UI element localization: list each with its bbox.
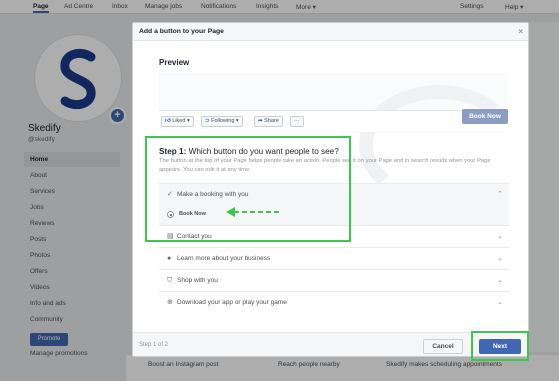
following-label: Following ▾ xyxy=(211,118,239,124)
close-icon[interactable]: × xyxy=(518,27,523,36)
share-label: Share xyxy=(264,118,279,124)
rss-icon: ⊃ xyxy=(205,118,210,124)
share-icon: ➦ xyxy=(258,118,263,124)
step-counter: Step 1 of 2 xyxy=(139,342,169,348)
download-icon: ⊕ xyxy=(167,299,173,306)
option-shop-with-you[interactable]: ⛉ Shop with you ⌄ xyxy=(159,269,509,291)
preview-action-bar: 👍︎ Liked ▾ ⊃ Following ▾ ➦ Share ··· xyxy=(159,110,507,132)
dialog-title: Add a button to your Page xyxy=(139,28,224,35)
liked-button[interactable]: 👍︎ Liked ▾ xyxy=(161,116,194,127)
chevron-down-icon: ⌄ xyxy=(497,277,503,284)
option-download-app[interactable]: ⊕ Download your app or play your game ⌄ xyxy=(159,291,509,313)
highlight-box-step-1 xyxy=(145,136,351,242)
info-icon: ● xyxy=(167,255,172,262)
highlight-box-next xyxy=(471,331,529,361)
cancel-button[interactable]: Cancel xyxy=(423,339,463,354)
preview-heading: Preview xyxy=(159,58,190,67)
book-now-preview-button[interactable]: Book Now xyxy=(462,109,508,124)
dialog-footer: Step 1 of 2 Cancel Next xyxy=(133,332,528,356)
chevron-down-icon: ⌄ xyxy=(497,255,503,262)
shop-icon: ⛉ xyxy=(167,277,173,284)
option-label: Shop with you xyxy=(177,277,218,284)
dialog-header: Add a button to your Page × xyxy=(133,23,528,41)
chevron-down-icon: ⌄ xyxy=(497,233,503,240)
share-button[interactable]: ➦ Share xyxy=(254,116,283,127)
more-options-button[interactable]: ··· xyxy=(290,116,304,127)
option-learn-more[interactable]: ● Learn more about your business ⌄ xyxy=(159,247,509,269)
thumbs-up-icon: 👍︎ xyxy=(165,118,171,124)
option-label: Download your app or play your game xyxy=(177,299,287,306)
chevron-down-icon: ⌄ xyxy=(497,299,503,306)
arrow-left-icon xyxy=(226,207,280,217)
option-label: Learn more about your business xyxy=(177,255,271,262)
liked-label: Liked ▾ xyxy=(172,118,190,124)
chevron-up-icon: ⌃ xyxy=(497,191,503,198)
following-button[interactable]: ⊃ Following ▾ xyxy=(201,116,243,127)
